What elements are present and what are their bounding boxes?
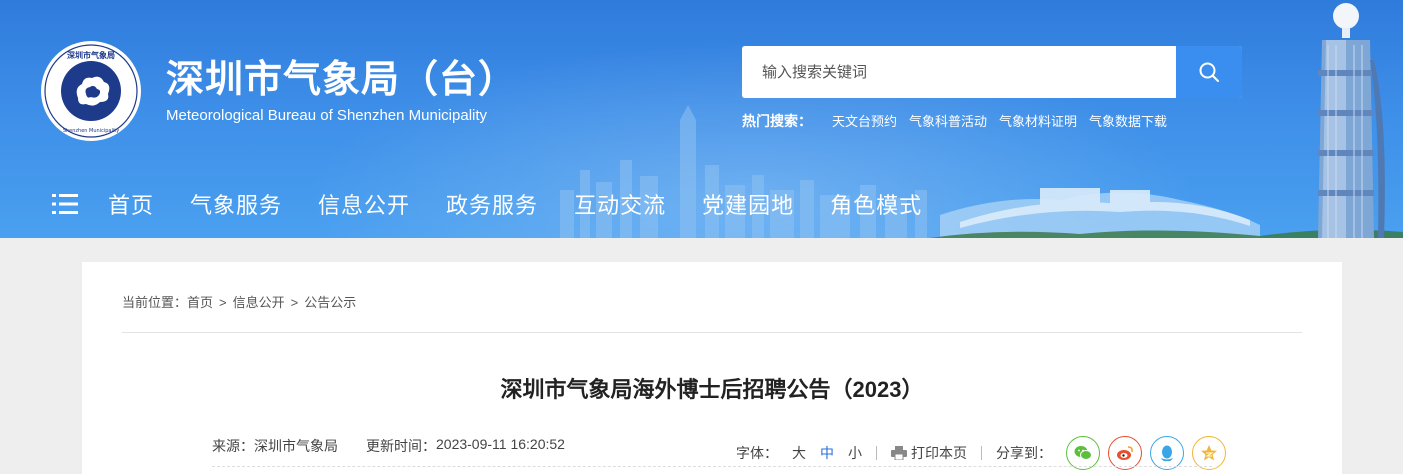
nav-item-home[interactable]: 首页 [108, 188, 154, 220]
article-card: 当前位置：首页 > 信息公开 > 公告公示 深圳市气象局海外博士后招聘公告（2023） … [82, 262, 1342, 474]
hot-search-link[interactable]: 天文台预约 [832, 111, 897, 131]
weather-tower-image [1318, 3, 1385, 238]
divider [981, 446, 982, 460]
hot-search-link[interactable]: 气象材料证明 [999, 111, 1077, 131]
svg-text:深圳市气象局: 深圳市气象局 [67, 50, 115, 60]
search-box [742, 46, 1242, 98]
breadcrumb-separator: > [219, 295, 227, 310]
share-wechat-button[interactable] [1066, 436, 1100, 470]
main-nav: 首页 气象服务 信息公开 政务服务 互动交流 党建园地 角色模式 [52, 188, 958, 220]
nav-item-government-services[interactable]: 政务服务 [446, 188, 538, 220]
print-button[interactable]: 打印本页 [891, 443, 967, 463]
search-input[interactable] [742, 46, 1176, 98]
share-label: 分享到： [996, 445, 1052, 461]
menu-icon[interactable] [52, 193, 78, 215]
hot-search-link[interactable]: 气象科普活动 [909, 111, 987, 131]
wechat-icon [1074, 446, 1092, 460]
font-size-medium[interactable]: 中 [820, 443, 834, 463]
source-value: 深圳市气象局 [254, 438, 338, 454]
font-size-small[interactable]: 小 [848, 443, 862, 463]
hot-search-label: 热门搜索： [742, 113, 812, 129]
updated-value: 2023-09-11 16:20:52 [436, 436, 565, 452]
hot-search-link[interactable]: 气象数据下载 [1089, 111, 1167, 131]
updated-label: 更新时间： [366, 438, 436, 454]
bureau-emblem-logo: 深圳市气象局 Shenzhen Municipality [41, 41, 141, 141]
site-title: 深圳市气象局（台） [166, 59, 518, 101]
site-header: 深圳市气象局 Shenzhen Municipality 深圳市气象局（台） M… [0, 0, 1403, 238]
site-subtitle: Meteorological Bureau of Shenzhen Munici… [166, 107, 488, 124]
font-size-large[interactable]: 大 [792, 443, 806, 463]
divider [212, 466, 1212, 467]
article-title: 深圳市气象局海外博士后招聘公告（2023） [500, 377, 924, 402]
nav-item-information-disclosure[interactable]: 信息公开 [318, 188, 410, 220]
qzone-star-icon [1201, 445, 1217, 461]
share-qzone-button[interactable] [1192, 436, 1226, 470]
printer-icon [891, 446, 907, 460]
font-size-label: 字体： [736, 445, 778, 461]
svg-text:Shenzhen Municipality: Shenzhen Municipality [63, 128, 119, 134]
nav-item-role-mode[interactable]: 角色模式 [830, 188, 922, 220]
breadcrumb-link-home[interactable]: 首页 [187, 295, 213, 310]
breadcrumb-link-info[interactable]: 信息公开 [233, 295, 285, 310]
qq-icon [1161, 445, 1173, 462]
divider [122, 332, 1302, 333]
divider [876, 446, 877, 460]
nav-item-party-building[interactable]: 党建园地 [702, 188, 794, 220]
search-button[interactable] [1176, 46, 1242, 98]
article-tools: 字体： 大 中 小 打印本页 分享到： [736, 436, 1226, 470]
share-weibo-button[interactable] [1108, 436, 1142, 470]
search-icon [1199, 62, 1219, 82]
weibo-icon [1117, 446, 1133, 460]
breadcrumb-prefix: 当前位置： [122, 295, 188, 310]
breadcrumb: 当前位置：首页 > 信息公开 > 公告公示 [122, 292, 356, 311]
breadcrumb-link-notice[interactable]: 公告公示 [304, 295, 356, 310]
nav-item-interaction[interactable]: 互动交流 [574, 188, 666, 220]
hot-search: 热门搜索： 天文台预约 气象科普活动 气象材料证明 气象数据下载 [742, 111, 1179, 131]
source-label: 来源： [212, 438, 254, 454]
print-label: 打印本页 [911, 445, 967, 461]
nav-item-weather-services[interactable]: 气象服务 [190, 188, 282, 220]
share-qq-button[interactable] [1150, 436, 1184, 470]
breadcrumb-separator: > [290, 295, 299, 310]
article-meta: 来源： 深圳市气象局 更新时间： 2023-09-11 16:20:52 [212, 436, 565, 456]
